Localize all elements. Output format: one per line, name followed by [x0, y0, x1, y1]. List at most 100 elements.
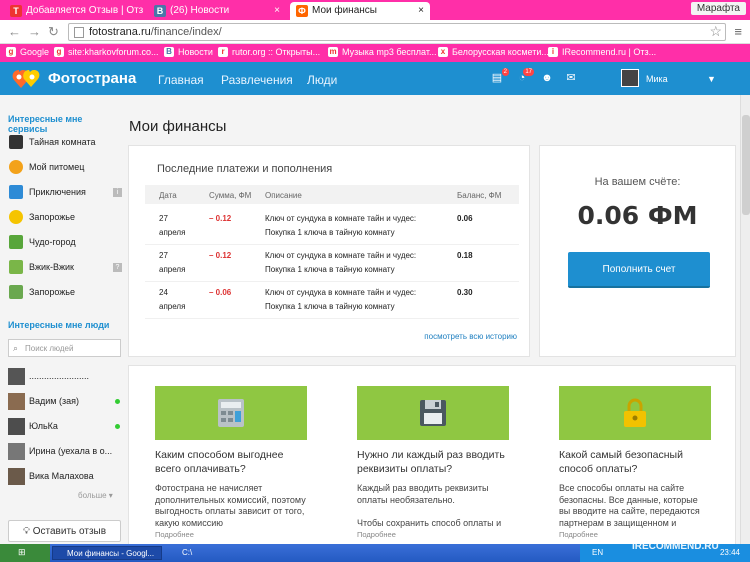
- start-button[interactable]: ⊞: [0, 544, 50, 562]
- mail-icon[interactable]: ✉: [565, 73, 577, 84]
- info-tag-icon[interactable]: i: [113, 188, 122, 197]
- view-history-link[interactable]: посмотреть всю историю: [424, 332, 517, 341]
- person-item[interactable]: ........................: [8, 368, 120, 386]
- sidebar-item-miracle-city[interactable]: Чудо-город: [9, 235, 122, 251]
- page-scrollbar[interactable]: [740, 95, 750, 544]
- browser-tab-otzyv[interactable]: T Добавляется Отзыв | Отз: [4, 2, 144, 20]
- chevron-down-icon[interactable]: ▼: [707, 74, 716, 84]
- sidebar-item-adventures[interactable]: Приключения i: [9, 185, 122, 201]
- bookmark-cosmetics[interactable]: x Белорусская космети...: [438, 47, 549, 57]
- sidebar-item-label: Запорожье: [29, 287, 75, 297]
- search-icon: ⌕: [13, 343, 19, 353]
- col-description: Описание: [265, 191, 302, 200]
- row-description-detail: Покупка 1 ключа в тайную комнату: [265, 228, 395, 237]
- nav-people[interactable]: Люди: [307, 73, 337, 87]
- site-logo-text[interactable]: Фотострана: [48, 70, 136, 87]
- leave-feedback-button[interactable]: 💡︎ Оставить отзыв: [8, 520, 121, 542]
- nav-entertainment[interactable]: Развлечения: [221, 73, 293, 87]
- bookmark-rutor[interactable]: r rutor.org :: Открыты...: [218, 47, 320, 57]
- task-label: C:\: [182, 548, 193, 557]
- bookmark-irecommend[interactable]: i IRecommend.ru | Отз...: [548, 47, 656, 57]
- balance-amount: 0.06 ФМ: [577, 201, 698, 230]
- header-user-name[interactable]: Мика: [646, 74, 668, 84]
- tab-favicon-icon: T: [10, 5, 22, 17]
- browser-tab-news[interactable]: B (26) Новости ×: [148, 2, 286, 20]
- people-heading: Интересные мне люди: [8, 320, 110, 330]
- bookmark-kharkovforum[interactable]: g site:kharkovforum.co...: [54, 47, 159, 57]
- info-block-security: Какой самый безопасный способ оплаты? Вс…: [559, 386, 711, 546]
- google-icon: g: [54, 47, 64, 57]
- row-amount: – 0.12: [209, 251, 232, 260]
- details-link[interactable]: Подробнее: [155, 530, 194, 539]
- avatar: [8, 393, 25, 410]
- nav-home[interactable]: Главная: [158, 73, 204, 87]
- logo-icon[interactable]: [10, 66, 42, 92]
- sidebar-item-label: Мой питомец: [29, 162, 85, 172]
- close-tab-icon[interactable]: ×: [274, 5, 280, 16]
- col-amount: Сумма, ФМ: [209, 191, 252, 200]
- row-description-detail: Покупка 1 ключа в тайную комнату: [265, 302, 395, 311]
- avatar: [8, 468, 25, 485]
- tab-favicon-icon: Ф: [296, 5, 308, 17]
- balance-label: На вашем счёте:: [594, 176, 681, 188]
- info-image: [357, 386, 509, 440]
- person-item[interactable]: ЮльКа: [8, 418, 120, 436]
- forward-arrow-icon[interactable]: →: [28, 24, 41, 39]
- scrollbar-thumb[interactable]: [742, 115, 750, 215]
- person-item[interactable]: Ирина (уехала в о...: [8, 443, 120, 461]
- browser-tab-finances[interactable]: Ф Мои финансы ×: [290, 2, 430, 20]
- help-tag-icon[interactable]: ?: [113, 263, 122, 272]
- bookmark-label: site:kharkovforum.co...: [68, 47, 159, 57]
- person-item[interactable]: Вика Малахова: [8, 468, 120, 486]
- vzhik-icon: [9, 260, 23, 274]
- taskbar-item-browser[interactable]: Мои финансы - Googl...: [52, 546, 162, 560]
- messages-icon[interactable]: ▤ 2: [491, 68, 509, 84]
- lightbulb-icon: 💡︎: [22, 526, 30, 537]
- task-label: Мои финансы - Googl...: [67, 549, 155, 558]
- person-name: ........................: [29, 371, 90, 381]
- bookmark-label: Google: [20, 47, 50, 57]
- browser-menu-icon[interactable]: ≡: [734, 24, 742, 39]
- site-header: Фотострана Главная Развлечения Люди ▤ 2 ◔…: [0, 62, 750, 95]
- back-arrow-icon[interactable]: ←: [8, 24, 21, 39]
- bookmark-label: Новости: [178, 47, 213, 57]
- browser-profile-name[interactable]: Марафта: [690, 2, 746, 15]
- sidebar-item-secret-room[interactable]: Тайная комната: [9, 135, 122, 151]
- friends-icon[interactable]: ☻: [541, 73, 553, 84]
- bookmark-music[interactable]: m Музыка mp3 бесплат...: [328, 47, 436, 57]
- events-icon[interactable]: ◔ 17: [516, 68, 534, 84]
- more-people-link[interactable]: больше ▾: [78, 491, 113, 500]
- url-field[interactable]: fotostrana.ru/finance/index/: [68, 23, 726, 41]
- details-link[interactable]: Подробнее: [559, 530, 598, 539]
- close-tab-icon[interactable]: ×: [418, 5, 424, 16]
- person-item[interactable]: Вадим (зая): [8, 393, 120, 411]
- sidebar-item-label: Приключения: [29, 187, 86, 197]
- google-icon: g: [6, 47, 16, 57]
- taskbar-item-explorer[interactable]: C:\: [168, 546, 228, 560]
- info-block-requisites: Нужно ли каждый раз вводить реквизиты оп…: [357, 386, 509, 546]
- reload-icon[interactable]: ↻: [48, 24, 59, 40]
- avatar: [8, 443, 25, 460]
- events-badge: 17: [523, 68, 534, 76]
- bookmark-star-icon[interactable]: ☆: [709, 23, 722, 40]
- sidebar-item-zaporozhye[interactable]: Запорожье: [9, 210, 122, 226]
- people-search-input[interactable]: ⌕ Поиск людей: [8, 339, 121, 357]
- info-title: Нужно ли каждый раз вводить реквизиты оп…: [357, 449, 505, 475]
- url-host: fotostrana.ru: [89, 26, 151, 38]
- sidebar-item-zaporozhye-2[interactable]: Запорожье: [9, 285, 122, 301]
- search-placeholder: Поиск людей: [25, 344, 74, 353]
- language-indicator[interactable]: EN: [592, 548, 603, 557]
- feedback-label: Оставить отзыв: [32, 526, 107, 537]
- bookmark-label: IRecommend.ru | Отз...: [562, 47, 657, 57]
- row-day: 27: [159, 251, 168, 260]
- details-link[interactable]: Подробнее: [357, 530, 396, 539]
- floppy-icon: [420, 400, 446, 426]
- bookmark-google[interactable]: g Google: [6, 47, 49, 57]
- sidebar-item-pet[interactable]: Мой питомец: [9, 160, 122, 176]
- bookmark-news[interactable]: B Новости: [164, 47, 213, 57]
- sidebar-item-vzhik[interactable]: Вжик-Вжик?: [9, 260, 122, 276]
- info-image: [559, 386, 711, 440]
- avatar[interactable]: [621, 69, 639, 87]
- sidebar-item-label: Чудо-город: [29, 237, 76, 247]
- top-up-button[interactable]: Пополнить счет: [568, 252, 710, 288]
